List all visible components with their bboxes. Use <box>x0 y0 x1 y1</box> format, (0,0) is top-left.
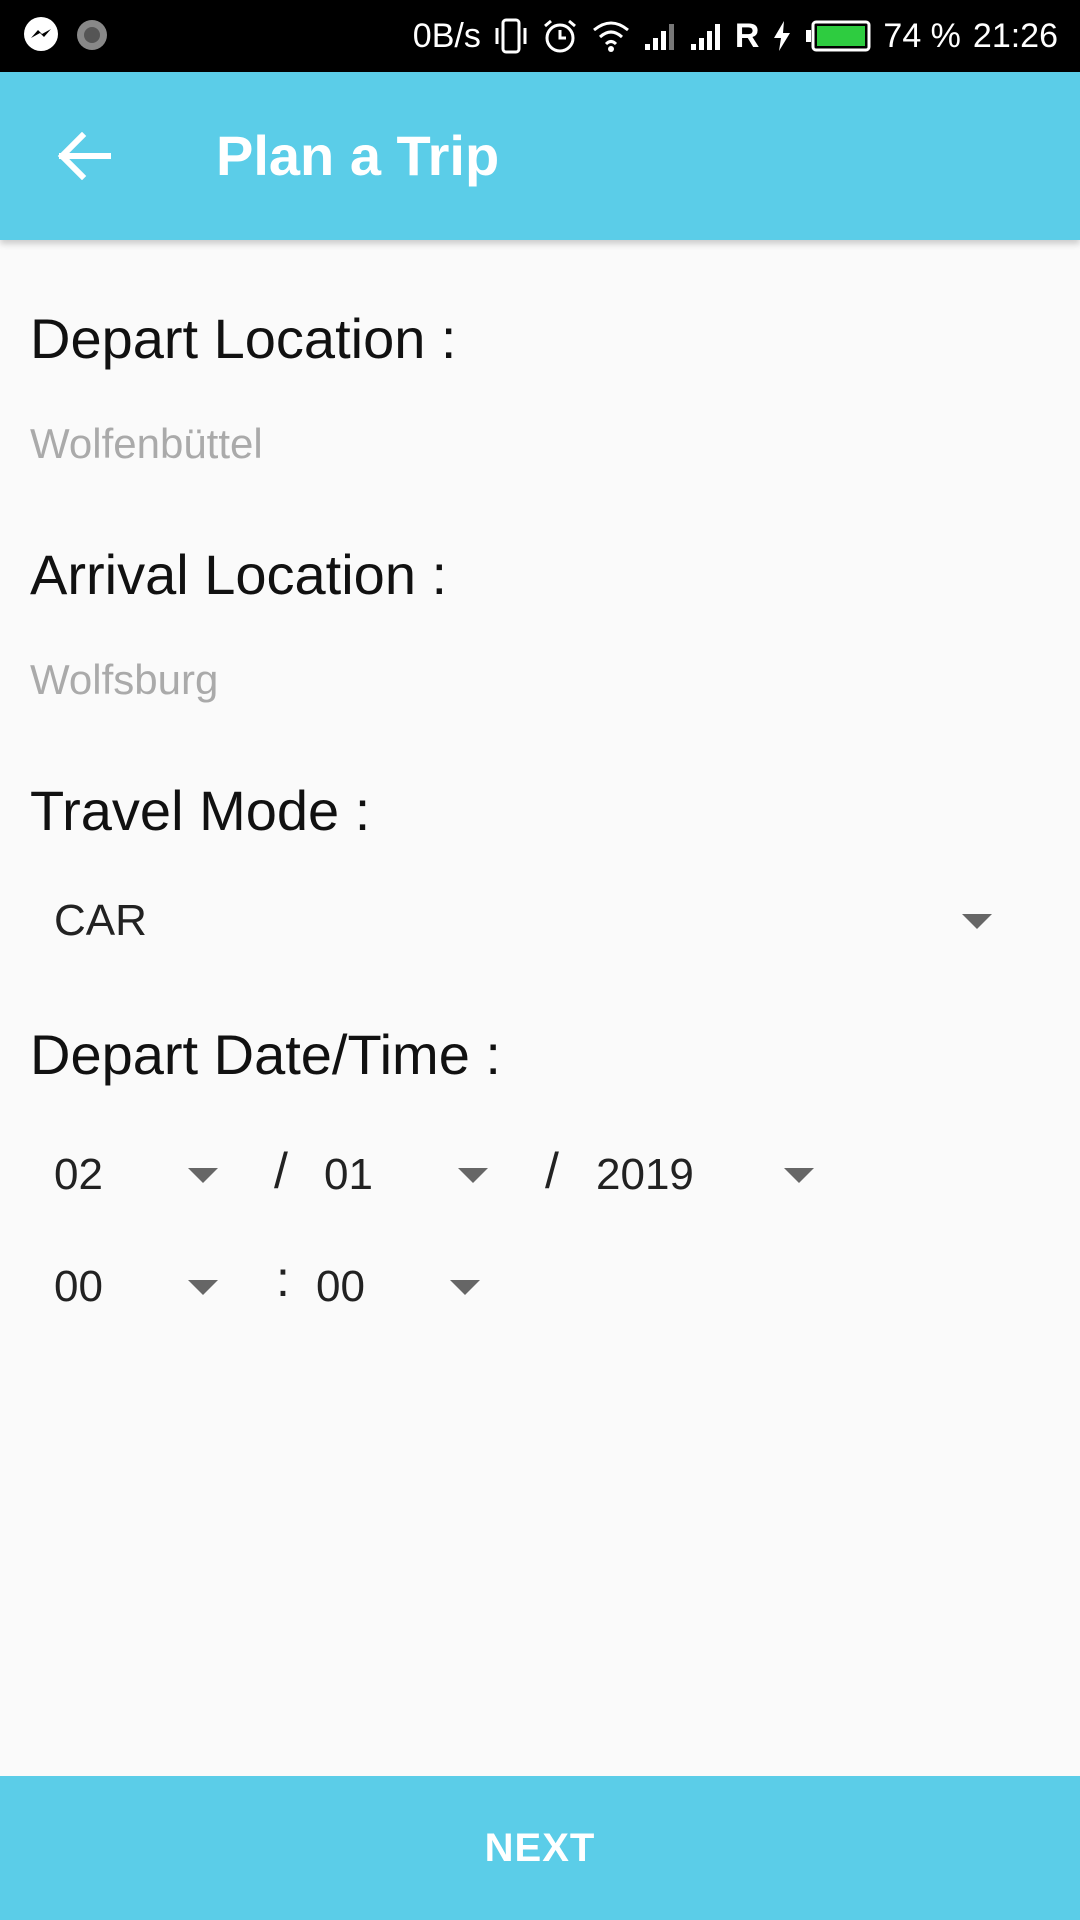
month-value: 01 <box>324 1150 373 1199</box>
date-separator: / <box>274 1143 288 1199</box>
charging-icon <box>771 19 793 53</box>
roaming-indicator: R <box>734 17 760 55</box>
loading-icon <box>74 17 110 58</box>
chevron-down-icon <box>188 1280 218 1295</box>
chevron-down-icon <box>962 914 992 929</box>
depart-location-label: Depart Location : <box>30 307 457 370</box>
arrival-location-field[interactable]: Wolfsburg <box>30 656 218 704</box>
year-value: 2019 <box>596 1150 694 1199</box>
minute-value: 00 <box>316 1262 365 1311</box>
status-bar: 0B/s R 74 % 21:26 <box>0 0 1080 72</box>
messenger-icon <box>22 16 60 59</box>
back-button[interactable] <box>44 118 124 198</box>
net-speed: 0B/s <box>412 17 481 55</box>
arrival-location-label: Arrival Location : <box>30 543 448 606</box>
month-dropdown[interactable]: 01 <box>300 1138 500 1210</box>
clock: 21:26 <box>972 17 1058 55</box>
day-value: 02 <box>54 1150 103 1199</box>
time-separator: : <box>276 1251 290 1307</box>
alarm-icon <box>541 17 579 55</box>
depart-location-field[interactable]: Wolfenbüttel <box>30 420 263 468</box>
signal-icon <box>689 20 723 52</box>
travel-mode-value: CAR <box>54 896 147 945</box>
hour-dropdown[interactable]: 00 <box>30 1250 230 1322</box>
travel-mode-label: Travel Mode : <box>30 779 371 842</box>
travel-mode-dropdown[interactable]: CAR <box>30 884 1010 956</box>
chevron-down-icon <box>450 1280 480 1295</box>
arrow-left-icon <box>56 131 112 185</box>
app-bar: Plan a Trip <box>0 72 1080 240</box>
battery-icon <box>805 20 871 52</box>
chevron-down-icon <box>784 1168 814 1183</box>
signal-icon <box>643 20 677 52</box>
page-title: Plan a Trip <box>216 124 500 187</box>
day-dropdown[interactable]: 02 <box>30 1138 230 1210</box>
vibrate-icon <box>493 16 529 56</box>
depart-datetime-label: Depart Date/Time : <box>30 1023 501 1086</box>
minute-dropdown[interactable]: 00 <box>292 1250 492 1322</box>
year-dropdown[interactable]: 2019 <box>572 1138 832 1210</box>
chevron-down-icon <box>188 1168 218 1183</box>
chevron-down-icon <box>458 1168 488 1183</box>
date-separator: / <box>545 1143 559 1199</box>
next-button[interactable]: NEXT <box>0 1776 1080 1920</box>
hour-value: 00 <box>54 1262 103 1311</box>
wifi-icon <box>591 18 631 54</box>
battery-percent: 74 % <box>883 17 961 55</box>
